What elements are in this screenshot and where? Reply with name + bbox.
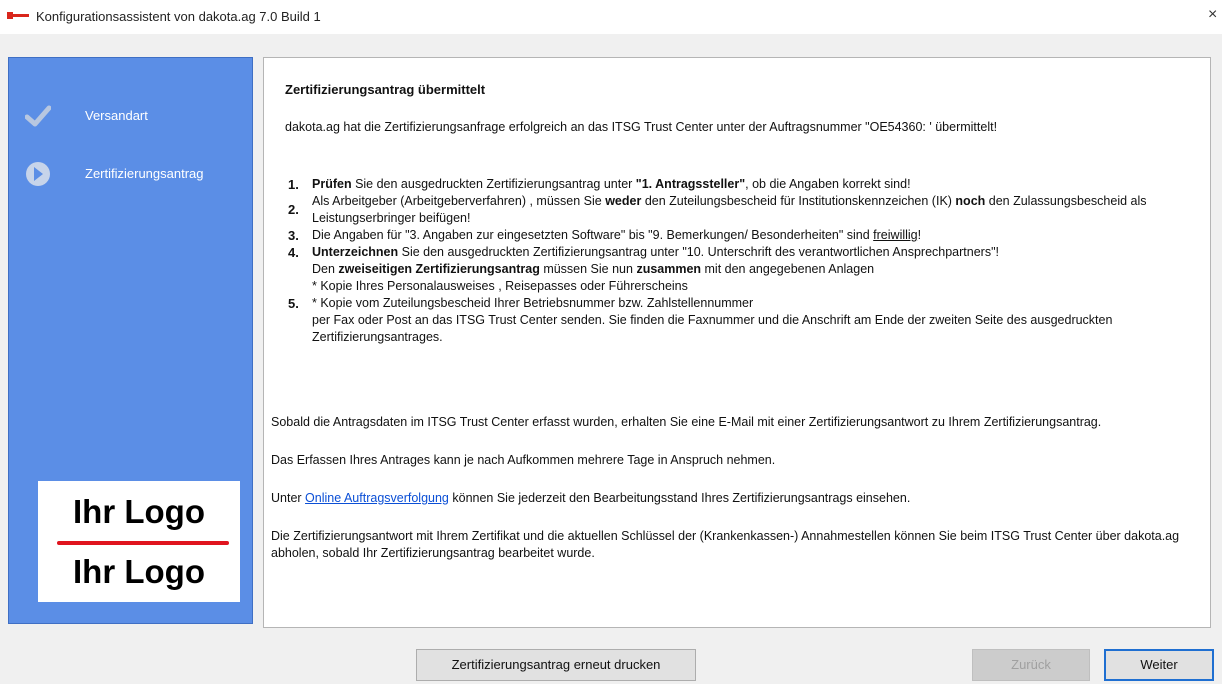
next-button[interactable]: Weiter [1104,649,1214,681]
logo: Ihr Logo Ihr Logo [38,481,240,602]
instruction-list: 1. Prüfen Sie den ausgedruckten Zertifiz… [285,176,1195,346]
back-button[interactable]: Zurück [972,649,1090,681]
list-item: 4. Unterzeichnen Sie den ausgedruckten Z… [288,245,999,260]
info-paragraph: Das Erfassen Ihres Antrages kann je nach… [271,453,776,467]
step-label: Zertifizierungsantrag [85,166,204,181]
info-paragraph: Sobald die Antragsdaten im ITSG Trust Ce… [271,415,1102,429]
list-item: 3. Die Angaben für "3. Angaben zur einge… [288,228,922,243]
intro-text: dakota.ag hat die Zertifizierungsanfrage… [285,120,998,134]
online-tracking-link[interactable]: Online Auftragsverfolgung [305,491,449,505]
list-item: 5. Den zweiseitigen Zertifizierungsantra… [288,262,1113,344]
wizard-sidebar: Versandart Zertifizierungsantrag Ihr Log… [8,57,253,624]
list-item: 2. Als Arbeitgeber (Arbeitgeberverfahren… [288,194,1147,225]
content-panel: Zertifizierungsantrag übermittelt dakota… [263,57,1211,628]
page-title: Zertifizierungsantrag übermittelt [285,82,486,97]
print-again-button[interactable]: Zertifizierungsantrag erneut drucken [416,649,696,681]
tracking-paragraph: Unter Online Auftragsverfolgung können S… [271,491,911,505]
step-versandart: Versandart [9,102,254,132]
checkmark-icon [25,105,51,127]
logo-text-bottom: Ihr Logo [73,553,205,590]
step-label: Versandart [85,108,148,123]
title-bar: Konfigurationsassistent von dakota.ag 7.… [0,0,1222,34]
arrow-circle-icon [26,162,50,186]
step-zertifizierungsantrag: Zertifizierungsantrag [9,160,254,190]
app-icon [7,12,29,19]
list-item: 1. Prüfen Sie den ausgedruckten Zertifiz… [288,177,911,192]
logo-divider [57,541,229,545]
window-title: Konfigurationsassistent von dakota.ag 7.… [36,9,321,24]
info-paragraph: Die Zertifizierungsantwort mit Ihrem Zer… [271,529,1180,560]
logo-text-top: Ihr Logo [73,493,205,530]
close-button[interactable]: × [1208,3,1222,27]
